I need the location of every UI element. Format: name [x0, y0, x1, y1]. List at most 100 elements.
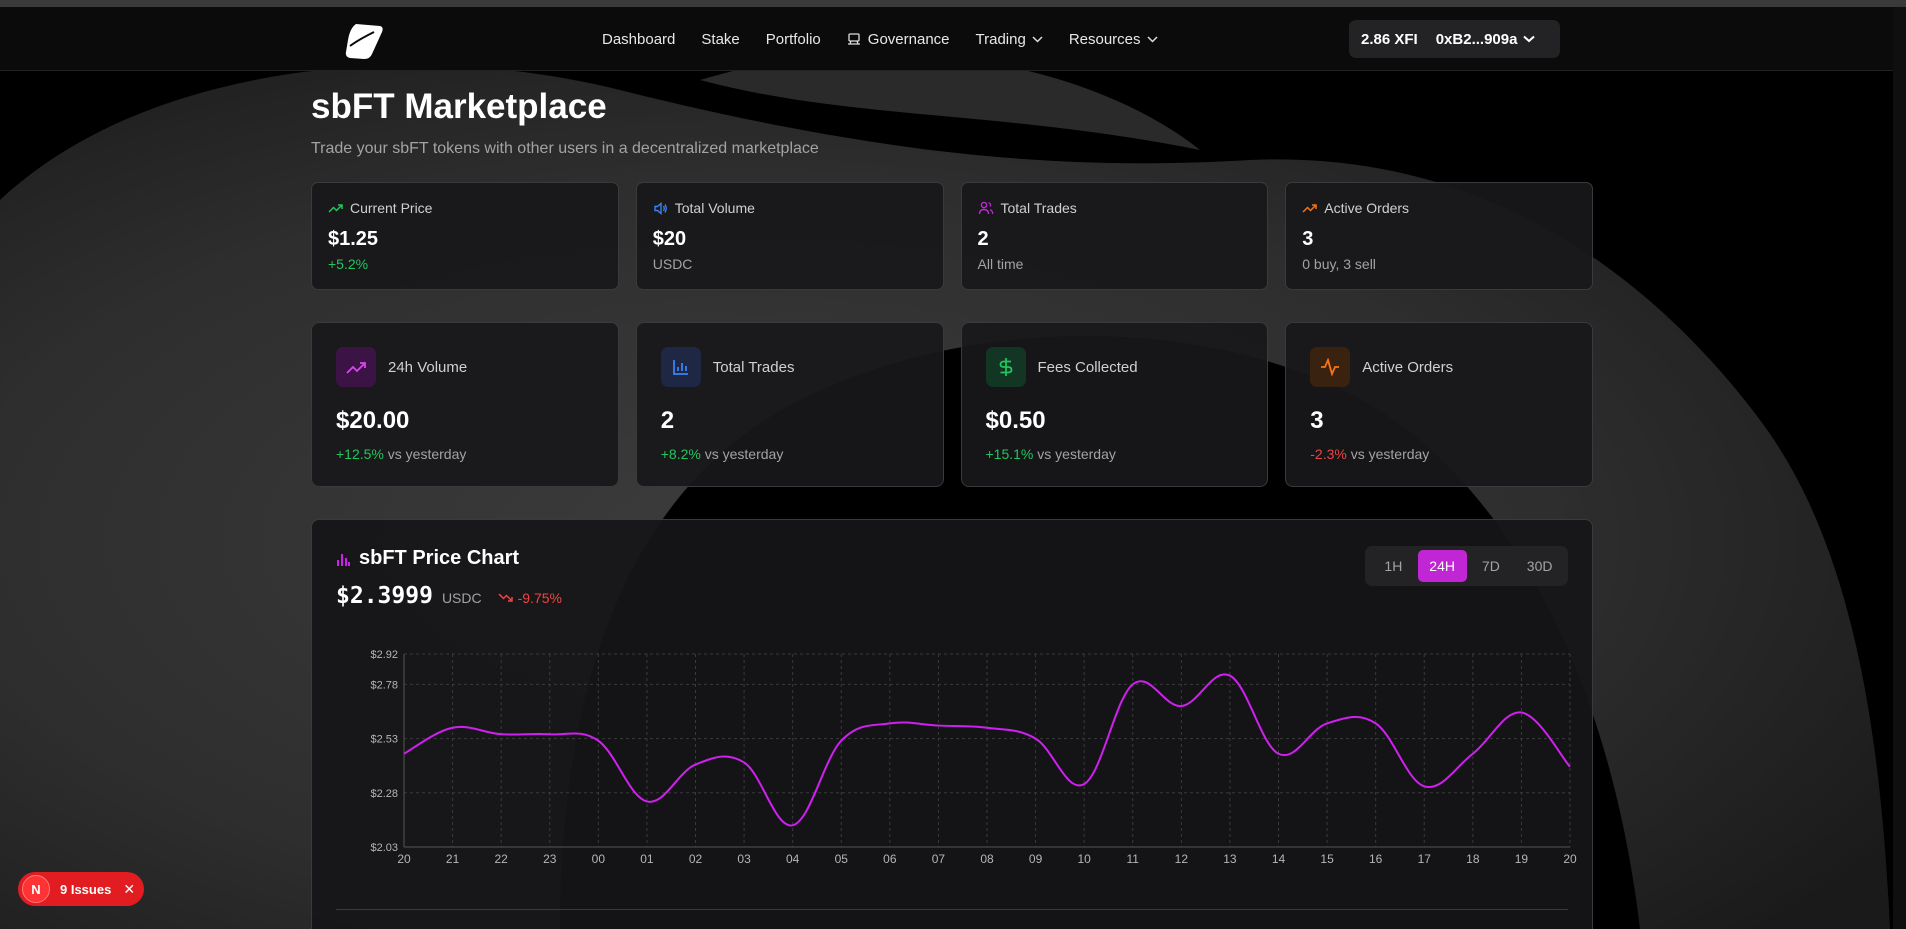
stat-label: Active Orders	[1324, 200, 1410, 216]
stat-card-total-trades-2: Total Trades 2 +8.2% vs yesterday	[635, 322, 944, 487]
x-tick-label: 18	[1466, 852, 1480, 866]
wallet-address: 0xB2...909a	[1435, 30, 1518, 48]
timeframe-7d[interactable]: 7D	[1467, 550, 1516, 582]
x-tick-label: 10	[1077, 852, 1091, 866]
x-tick-label: 19	[1515, 852, 1529, 866]
stat-card-total-trades: Total Trades 2 All time	[960, 182, 1269, 290]
nav-dashboard[interactable]: Dashboard	[602, 31, 675, 48]
x-tick-label: 08	[980, 852, 994, 866]
x-tick-label: 20	[397, 852, 411, 866]
chart-price-change: -9.75%	[498, 590, 562, 606]
chevron-down-icon	[1523, 35, 1536, 43]
nav-label: Governance	[867, 30, 950, 48]
chart-current-price: $2.3999	[336, 583, 433, 609]
timeframe-30d[interactable]: 30D	[1515, 550, 1564, 582]
x-tick-label: 22	[494, 852, 508, 866]
activity-icon	[1310, 347, 1351, 387]
users-icon	[978, 201, 993, 215]
issues-badge-letter: N	[31, 881, 41, 897]
chart-divider	[336, 909, 1568, 910]
price-line-chart[interactable]: $2.03 $2.28 $2.53 $2.78 $2.92 20 21 22 23 00 01 02 0…	[312, 630, 1594, 900]
bar-chart-icon	[660, 347, 701, 387]
x-tick-label: 09	[1029, 852, 1043, 866]
timeframe-1h[interactable]: 1H	[1369, 550, 1418, 582]
x-tick-label: 20	[1563, 852, 1577, 866]
nav-label: Portfolio	[765, 30, 821, 48]
stat-label: Current Price	[350, 200, 433, 216]
y-tick-label: $2.78	[370, 679, 398, 691]
x-tick-label: 01	[640, 852, 654, 866]
top-border	[0, 0, 1906, 7]
nav-resources[interactable]: Resources	[1069, 31, 1158, 48]
main-nav: Dashboard Stake Portfolio Governance Tra…	[602, 7, 1184, 71]
x-tick-label: 23	[543, 852, 557, 866]
wallet-balance: 2.86 XFI	[1361, 30, 1418, 48]
x-tick-label: 11	[1127, 852, 1140, 866]
stat-label: 24h Volume	[388, 358, 468, 376]
nav-trading[interactable]: Trading	[976, 31, 1043, 48]
trending-down-icon	[498, 593, 513, 602]
nav-label: Dashboard	[602, 30, 676, 48]
y-tick-label: $2.28	[370, 788, 398, 800]
x-tick-label: 17	[1418, 852, 1432, 866]
next-logo-icon: N	[22, 875, 50, 903]
stat-card-current-price: Current Price $1.25 +5.2%	[311, 182, 619, 290]
stat-label: Total Volume	[674, 200, 755, 216]
stat-value: 2	[660, 407, 675, 434]
stat-label: Fees Collected	[1037, 358, 1138, 376]
x-tick-label: 03	[737, 852, 751, 866]
volume-icon	[654, 201, 667, 215]
stat-card-active-orders: Active Orders 3 0 buy, 3 sell	[1285, 182, 1593, 290]
bar-chart-icon	[337, 553, 350, 566]
brand-logo-icon[interactable]	[342, 20, 386, 64]
main-content: sbFT Marketplace Trade your sbFT tokens …	[311, 71, 1593, 929]
issues-count: 9 Issues	[60, 881, 112, 897]
stat-sub: 0 buy, 3 sell	[1302, 256, 1376, 272]
chart-price-row: $2.3999 USDC -9.75%	[336, 583, 562, 609]
chart-price-unit: USDC	[441, 590, 482, 606]
dollar-icon	[985, 347, 1026, 387]
stat-label: Total Trades	[1000, 200, 1077, 216]
close-icon[interactable]: ✕	[123, 881, 135, 898]
stat-value: 3	[1302, 228, 1314, 250]
nav-portfolio[interactable]: Portfolio	[766, 31, 821, 48]
timeframe-selector: 1H 24H 7D 30D	[1365, 546, 1568, 586]
nav-governance[interactable]: Governance	[847, 31, 950, 48]
wallet-button[interactable]: 2.86 XFI 0xB2...909a	[1349, 20, 1560, 58]
page-title: sbFT Marketplace	[311, 87, 607, 126]
stat-sub: All time	[977, 256, 1024, 272]
timeframe-24h[interactable]: 24H	[1417, 550, 1467, 582]
x-tick-label: 14	[1272, 852, 1286, 866]
stat-change: +5.2%	[328, 256, 369, 272]
price-chart-card: sbFT Price Chart $2.3999 USDC -9.75% 1H …	[311, 519, 1593, 929]
y-tick-label: $2.03	[370, 842, 398, 854]
stat-value: 3	[1310, 407, 1324, 434]
trending-up-icon	[336, 347, 376, 387]
nav-stake[interactable]: Stake	[701, 31, 739, 48]
stat-sub: USDC	[652, 256, 693, 272]
stat-change: +12.5%	[336, 446, 384, 462]
stat-value: $20	[652, 228, 687, 250]
stat-value: 2	[977, 228, 989, 250]
nav-label: Stake	[701, 30, 740, 48]
stat-suffix: vs yesterday	[387, 446, 467, 462]
stat-suffix: vs yesterday	[1350, 446, 1430, 462]
chart-change-value: -9.75%	[517, 590, 562, 606]
chart-title-text: sbFT Price Chart	[359, 547, 520, 569]
market-stats: 24h Volume $20.00 +12.5% vs yesterday To…	[311, 322, 1593, 487]
x-tick-label: 16	[1369, 852, 1383, 866]
summary-stats: Current Price $1.25 +5.2% Total Volume $…	[311, 182, 1593, 290]
stat-card-fees-collected: Fees Collected $0.50 +15.1% vs yesterday	[960, 322, 1269, 487]
x-tick-label: 15	[1320, 852, 1334, 866]
trending-up-icon	[328, 204, 343, 213]
x-tick-label: 21	[446, 852, 460, 866]
x-tick-label: 07	[932, 852, 946, 866]
issues-badge[interactable]: N 9 Issues ✕	[18, 872, 144, 906]
stat-change: +8.2%	[660, 446, 701, 462]
scrollbar-track[interactable]	[1893, 7, 1906, 929]
stat-suffix: vs yesterday	[1037, 446, 1116, 462]
x-tick-label: 13	[1223, 852, 1237, 866]
stat-value: $0.50	[985, 407, 1046, 434]
top-navbar: Dashboard Stake Portfolio Governance Tra…	[0, 7, 1906, 71]
x-tick-label: 04	[786, 852, 800, 866]
